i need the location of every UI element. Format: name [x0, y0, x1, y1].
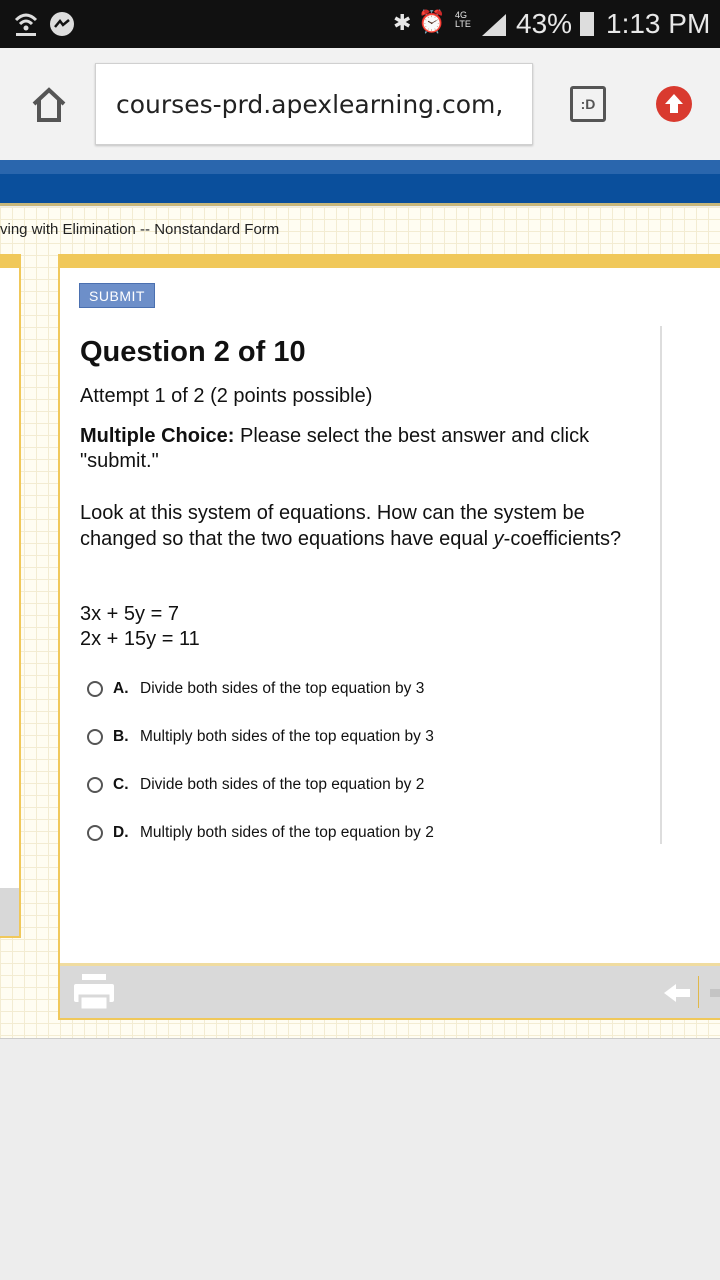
option-text: Divide both sides of the top equation by…	[140, 680, 425, 697]
radio-button[interactable]	[87, 777, 103, 793]
print-icon[interactable]	[74, 974, 114, 1012]
bluetooth-icon: ✱	[393, 10, 412, 35]
clock: 1:13 PM	[606, 8, 711, 39]
home-icon[interactable]	[30, 86, 68, 124]
prompt-variable: y	[493, 528, 504, 550]
question-prompt: Look at this system of equations. How ca…	[80, 500, 650, 552]
radio-button[interactable]	[87, 825, 103, 841]
tab-switcher-button[interactable]: :D	[570, 86, 606, 122]
option-text: Multiply both sides of the top equation …	[140, 728, 434, 745]
site-banner	[0, 160, 720, 206]
option-letter: C.	[113, 776, 129, 793]
equations: 3x + 5y = 7 2x + 15y = 11	[80, 602, 200, 652]
option-letter: B.	[113, 728, 129, 745]
option-d[interactable]: D. Multiply both sides of the top equatio…	[87, 821, 434, 845]
option-letter: D.	[113, 824, 129, 841]
wifi-hotspot-icon	[14, 12, 74, 36]
option-letter: A.	[113, 680, 129, 697]
divider	[660, 326, 662, 844]
prompt-text-end: -coefficients?	[503, 528, 622, 550]
battery-charging-icon	[580, 12, 594, 36]
status-bar: ✱ ⏰ 4G LTE 43% 1:13 PM	[0, 0, 720, 48]
back-arrow-icon[interactable]	[664, 980, 694, 1006]
submit-button[interactable]: SUBMIT	[79, 283, 155, 308]
question-title: Question 2 of 10	[80, 336, 306, 368]
forward-arrow-icon[interactable]	[710, 980, 720, 1006]
nav-separator	[698, 976, 699, 1008]
left-panel-footer	[0, 888, 21, 938]
upload-icon[interactable]	[656, 86, 692, 122]
card-footer	[60, 963, 720, 1018]
radio-button[interactable]	[87, 729, 103, 745]
option-a[interactable]: A. Divide both sides of the top equation …	[87, 677, 424, 701]
alarm-icon: ⏰	[418, 9, 446, 34]
equation: 3x + 5y = 7	[80, 603, 179, 625]
breadcrumb: ving with Elimination -- Nonstandard For…	[0, 221, 280, 238]
signal-icon	[482, 14, 506, 36]
attempt-info: Attempt 1 of 2 (2 points possible)	[80, 385, 373, 407]
network-type: 4G LTE	[455, 10, 471, 29]
radio-button[interactable]	[87, 681, 103, 697]
option-c[interactable]: C. Divide both sides of the top equation …	[87, 773, 424, 797]
battery-percent: 43%	[516, 8, 573, 39]
option-text: Multiply both sides of the top equation …	[140, 824, 434, 841]
option-b[interactable]: B. Multiply both sides of the top equatio…	[87, 725, 434, 749]
option-text: Divide both sides of the top equation by…	[140, 776, 425, 793]
url-bar[interactable]: courses-prd.apexlearning.com,	[95, 63, 533, 145]
left-panel	[0, 254, 21, 938]
question-type: Multiple Choice:	[80, 425, 235, 447]
equation: 2x + 15y = 11	[80, 628, 200, 650]
instructions: Multiple Choice: Please select the best …	[80, 424, 650, 474]
